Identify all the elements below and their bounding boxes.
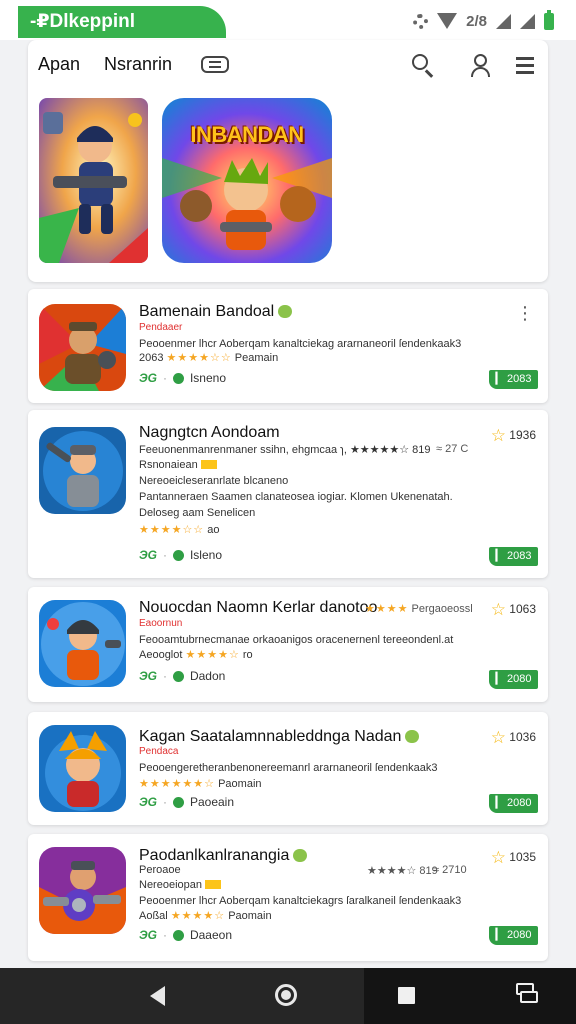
- back-icon[interactable]: [150, 986, 165, 1006]
- star-icon: ☆: [490, 728, 506, 747]
- wifi-icon: [437, 13, 458, 29]
- shield-icon: [172, 929, 184, 941]
- app-footer: ЭG · Dadon: [139, 669, 226, 683]
- app-line-2: Nereoeicleseranrlate blcaneno: [139, 475, 289, 487]
- star-icon: ☆: [490, 848, 506, 867]
- account-button[interactable]: [468, 52, 494, 78]
- app-description: Peooenmer lhcr Aoberqam kanaltciekag ara…: [139, 338, 462, 350]
- app-badge: [278, 305, 293, 318]
- install-button[interactable]: ▎ 2080: [489, 794, 538, 813]
- message-icon[interactable]: [201, 56, 229, 73]
- app-name[interactable]: Paodanlkanlranangia: [139, 847, 308, 865]
- star-score: ☆ 1063: [490, 600, 536, 619]
- app-tag: Pendaaer: [139, 322, 183, 333]
- install-button[interactable]: ▎ 2083: [489, 370, 538, 389]
- app-description: Feeuonenmanrenmaner ssihn, ehgmcaa ɿ, ★★…: [139, 444, 431, 456]
- app-line-2: Nereoeiopan: [139, 879, 222, 891]
- battery-icon: [544, 9, 554, 30]
- shield-icon: [172, 372, 184, 384]
- shield-icon: [172, 796, 184, 808]
- app-card[interactable]: Kagan Saatalamnnableddnga Nadan Pendaca …: [28, 712, 548, 825]
- tab-apps[interactable]: Apan: [38, 54, 80, 75]
- account-icon: [474, 54, 487, 67]
- app-rating-row: 2063 ★★★★☆☆ Peamain: [139, 352, 279, 364]
- home-icon[interactable]: [275, 984, 297, 1006]
- header-card: Apan Nsranrin INBANDAN: [28, 40, 548, 282]
- app-icon: [39, 725, 126, 812]
- app-rating-row: Aoßal ★★★★☆ Paomain: [139, 910, 272, 922]
- star-score: ☆ 1036: [490, 728, 536, 747]
- search-button[interactable]: [410, 52, 436, 78]
- app-footer: ЭG · Isleno: [139, 548, 222, 562]
- app-badge: [293, 849, 308, 862]
- app-rating-row: ★★★★★★☆ Paomain: [139, 778, 262, 790]
- signal-icon: [496, 13, 511, 29]
- featured-banner-2[interactable]: INBANDAN: [162, 98, 332, 263]
- shield-icon: [172, 549, 184, 561]
- app-tag: Peroaoe: [139, 864, 181, 876]
- status-bar: -₽Dlkeppinl 2/8: [0, 0, 576, 40]
- featured-hero-soldier-image: [39, 98, 148, 263]
- system-navigation-bar: [0, 968, 576, 1024]
- app-rating-right: ≈ 27 C: [436, 443, 469, 455]
- app-name[interactable]: Bamenain Bandoal: [139, 303, 293, 321]
- app-name[interactable]: Kagan Saatalamnnableddnga Nadan: [139, 728, 420, 746]
- shield-icon: [172, 670, 184, 682]
- app-badge: [405, 730, 420, 743]
- menu-button[interactable]: [514, 52, 540, 78]
- app-description: Feooamtubrnecmanae orkaoanigos oracenern…: [139, 634, 454, 646]
- app-description: Peooengeretheranbenonereemanrl ararnaneo…: [139, 762, 438, 774]
- recents-icon[interactable]: [398, 987, 415, 1004]
- app-icon: [39, 847, 126, 934]
- app-rating-right-2: ≈ 2710: [433, 864, 467, 876]
- app-rating-row: Aeooglot ★★★★☆ ro: [139, 649, 253, 661]
- tab-second[interactable]: Nsranrin: [104, 54, 172, 75]
- status-app-label: -₽Dlkeppinl: [18, 6, 226, 38]
- app-line-4: Deloseg aam Senelicen: [139, 507, 256, 519]
- app-icon: [39, 427, 126, 514]
- search-icon: [412, 54, 428, 70]
- app-rating-row: ★★★★☆☆ ao: [139, 524, 220, 536]
- app-card[interactable]: Nouocdan Naomn Kerlar danotoo ★★★★ Perga…: [28, 587, 548, 702]
- app-footer: ЭG · Paoeain: [139, 795, 235, 809]
- install-button[interactable]: ▎ 2080: [489, 926, 538, 945]
- settings-gear-icon: [413, 13, 429, 29]
- app-footer: ЭG · Isneno: [139, 371, 226, 385]
- status-icons: 2/8: [413, 9, 554, 32]
- app-right-rating: ★★★★ Pergaoeossl: [365, 603, 473, 615]
- install-button[interactable]: ▎ 2080: [489, 670, 538, 689]
- app-icon: [39, 304, 126, 391]
- star-icon: ☆: [490, 426, 506, 445]
- more-options-button[interactable]: ⋮: [516, 303, 534, 324]
- app-card[interactable]: Bamenain Bandoal Pendaaer Peooenmer lhcr…: [28, 289, 548, 403]
- switch-apps-icon[interactable]: [516, 983, 538, 1005]
- signal-text: 2/8: [466, 12, 487, 30]
- star-icon: ☆: [490, 600, 506, 619]
- featured-game-title: INBANDAN: [190, 122, 304, 147]
- app-line-3: Pantanneraen Saamen clanateosea iogiar. …: [139, 491, 453, 503]
- app-name[interactable]: Nouocdan Naomn Kerlar danotoo: [139, 599, 377, 617]
- app-tag: Rsnonaiean: [139, 459, 217, 471]
- app-description: Peooenmer lhcr Aoberqam kanaltciekagrs ſ…: [139, 895, 462, 907]
- menu-icon: [516, 57, 534, 60]
- app-name[interactable]: Nagngtcn Aondoam: [139, 424, 280, 442]
- app-tag: Eaoornun: [139, 618, 183, 629]
- signal-icon-2: [520, 13, 535, 29]
- app-card[interactable]: Nagngtcn Aondoam Feeuonenmanrenmaner ssi…: [28, 410, 548, 578]
- star-score: ☆ 1035: [490, 848, 536, 867]
- featured-banner-1[interactable]: [39, 98, 148, 263]
- app-tag: Pendaca: [139, 746, 179, 757]
- install-button[interactable]: ▎ 2083: [489, 547, 538, 566]
- app-rating-right: ★★★★☆ 819: [367, 865, 438, 877]
- app-card[interactable]: Paodanlkanlranangia Peroaoe ★★★★☆ 819 ≈ …: [28, 834, 548, 961]
- app-icon: [39, 600, 126, 687]
- app-footer: ЭG · Daaeon: [139, 928, 233, 942]
- star-score: ☆ 1936: [490, 426, 536, 445]
